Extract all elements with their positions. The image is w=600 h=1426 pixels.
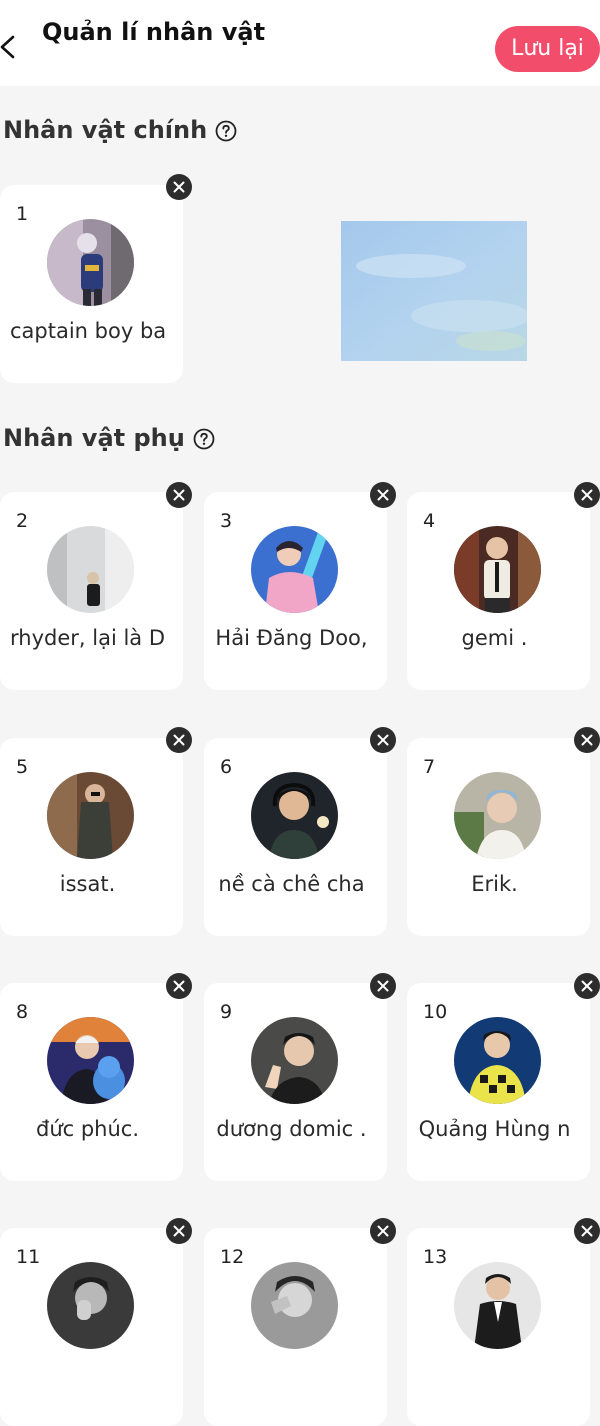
character-card[interactable]: 7 Erik. (407, 738, 590, 936)
character-name: đức phúc. (35, 1117, 140, 1141)
character-card[interactable]: 13 (407, 1228, 590, 1426)
character-number: 1 (16, 203, 29, 225)
character-avatar (251, 772, 338, 859)
remove-icon[interactable] (166, 973, 192, 999)
back-arrow-icon[interactable] (0, 32, 20, 62)
character-card[interactable]: 8 đức phúc. (0, 983, 183, 1181)
remove-icon[interactable] (370, 727, 396, 753)
character-avatar (454, 526, 541, 613)
remove-icon[interactable] (166, 727, 192, 753)
character-card[interactable]: 9 dương domic . (204, 983, 387, 1181)
remove-icon[interactable] (370, 973, 396, 999)
character-number: 5 (16, 756, 29, 778)
character-avatar (454, 1017, 541, 1104)
character-name: Hải Đăng Doo, (215, 626, 368, 650)
remove-icon[interactable] (166, 174, 192, 200)
character-name: rhyder, lại là DC (10, 626, 165, 650)
character-avatar (454, 1262, 541, 1349)
character-card[interactable]: 10 Quảng Hùng n (407, 983, 590, 1181)
side-character-label: Nhân vật phụ (3, 424, 185, 452)
character-number: 13 (423, 1246, 448, 1268)
character-number: 11 (16, 1246, 41, 1268)
character-avatar (251, 1262, 338, 1349)
remove-icon[interactable] (574, 482, 600, 508)
character-card[interactable]: 11 (0, 1228, 183, 1426)
character-name: Quảng Hùng n (418, 1117, 571, 1141)
character-number: 8 (16, 1001, 29, 1023)
side-character-section-title: Nhân vật phụ (3, 424, 215, 452)
character-avatar (251, 1017, 338, 1104)
character-card[interactable]: 3 Hải Đăng Doo, (204, 492, 387, 690)
save-button[interactable]: Lưu lại (495, 26, 600, 72)
character-card[interactable]: 6 nề cà chê cha (204, 738, 387, 936)
character-avatar (454, 772, 541, 859)
sky-image (341, 221, 527, 361)
character-name: captain boy bae (10, 319, 165, 343)
character-name: issat. (59, 872, 116, 896)
help-icon[interactable] (215, 120, 237, 142)
character-name: dương domic . (216, 1117, 367, 1141)
character-avatar (47, 1262, 134, 1349)
main-character-label: Nhân vật chính (3, 116, 208, 144)
character-number: 4 (423, 510, 436, 532)
character-number: 7 (423, 756, 436, 778)
character-card[interactable]: 5 issat. (0, 738, 183, 936)
character-card[interactable]: 1 captain boy bae (0, 185, 183, 383)
character-avatar (47, 772, 134, 859)
help-icon[interactable] (193, 428, 215, 450)
character-avatar (47, 1017, 134, 1104)
remove-icon[interactable] (370, 482, 396, 508)
character-number: 12 (220, 1246, 245, 1268)
character-number: 3 (220, 510, 233, 532)
remove-icon[interactable] (370, 1218, 396, 1244)
main-character-section-title: Nhân vật chính (3, 116, 237, 144)
character-card[interactable]: 2 rhyder, lại là DC (0, 492, 183, 690)
character-name: nề cà chê cha (218, 872, 365, 896)
remove-icon[interactable] (166, 482, 192, 508)
character-avatar (47, 526, 134, 613)
page-title: Quản lí nhân vật (42, 18, 266, 46)
character-number: 9 (220, 1001, 233, 1023)
remove-icon[interactable] (574, 973, 600, 999)
remove-icon[interactable] (166, 1218, 192, 1244)
character-avatar (47, 219, 134, 306)
character-number: 6 (220, 756, 233, 778)
character-name: gemi . (461, 626, 528, 650)
character-avatar (251, 526, 338, 613)
top-bar: Quản lí nhân vật Lưu lại (0, 0, 600, 86)
remove-icon[interactable] (574, 727, 600, 753)
remove-icon[interactable] (574, 1218, 600, 1244)
character-card[interactable]: 12 (204, 1228, 387, 1426)
character-name: Erik. (471, 872, 518, 896)
character-number: 2 (16, 510, 29, 532)
character-card[interactable]: 4 gemi . (407, 492, 590, 690)
character-number: 10 (423, 1001, 448, 1023)
